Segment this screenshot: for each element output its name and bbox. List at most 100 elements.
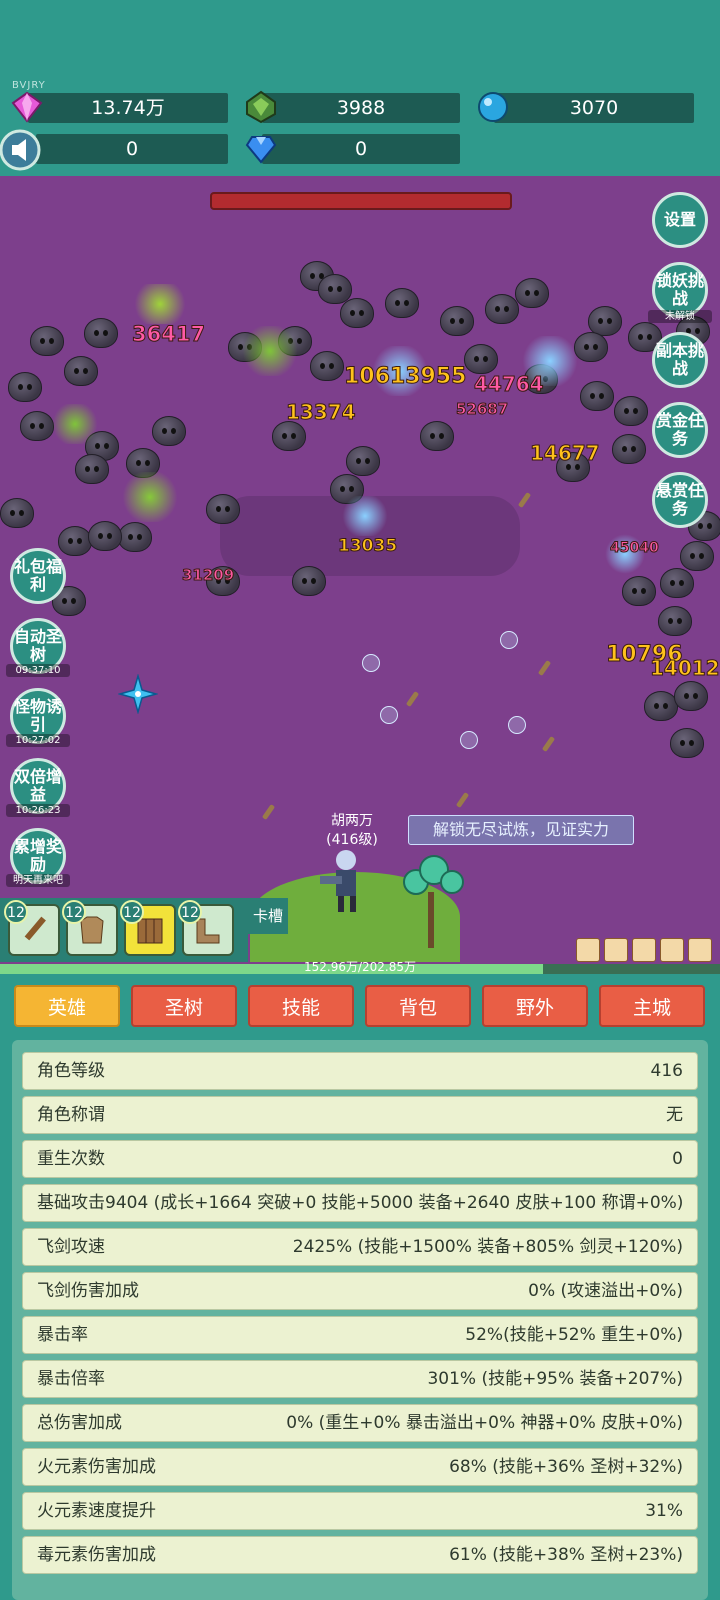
slot-level: 12 <box>178 900 202 924</box>
stat-row: 重生次数 0 <box>22 1140 698 1178</box>
stat-value: 31% <box>645 1501 683 1521</box>
blue-orb-icon <box>478 92 508 122</box>
tab-wild[interactable]: 野外 <box>482 985 588 1027</box>
monster <box>206 494 240 524</box>
stat-label: 角色称谓 <box>37 1105 105 1125</box>
monster <box>152 416 186 446</box>
hero-stats-panel: 角色等级 416 角色称谓 无 重生次数 0 基础攻击9404 (成长+1664 突破… <box>12 1040 708 1600</box>
equip-slot-boots[interactable]: 12 <box>178 900 234 956</box>
stat-label: 飞剑攻速 <box>37 1237 105 1257</box>
damage-number: 13035 <box>337 536 398 557</box>
monster <box>0 498 34 528</box>
stat-row: 总伤害加成 0% (重生+0% 暴击溢出+0% 神器+0% 皮肤+0%) <box>22 1404 698 1442</box>
tab-backpack[interactable]: 背包 <box>365 985 471 1027</box>
sacred-tree-icon[interactable] <box>396 852 466 948</box>
flying-sword <box>517 492 532 508</box>
flying-sword <box>455 792 470 808</box>
lock-demon-status: 未解锁 <box>648 310 712 323</box>
hero-sprite-icon <box>320 850 356 912</box>
damage-number: 31209 <box>181 566 235 585</box>
stat-label: 角色等级 <box>37 1061 105 1081</box>
stat-label: 毒元素伤害加成 <box>37 1545 156 1565</box>
hero-level: (416级) <box>326 832 378 848</box>
monster <box>680 541 714 571</box>
settings-button[interactable]: 设置 <box>652 192 708 248</box>
stat-row: 暴击倍率 301% (技能+95% 装备+207%) <box>22 1360 698 1398</box>
equip-slot-shield[interactable]: 12 <box>120 900 176 956</box>
stat-row: 火元素速度提升 31% <box>22 1492 698 1530</box>
monster <box>658 606 692 636</box>
equip-slot-armor[interactable]: 12 <box>62 900 118 956</box>
buff-icon[interactable] <box>604 938 628 962</box>
flying-sword <box>405 691 420 707</box>
monster <box>118 522 152 552</box>
monster <box>674 681 708 711</box>
tab-main-city[interactable]: 主城 <box>599 985 705 1027</box>
tab-hero[interactable]: 英雄 <box>14 985 120 1027</box>
damage-number: 14012 <box>650 656 720 681</box>
equipment-bar: 12 12 12 12 <box>0 898 248 962</box>
gems-counter: 13.74万 <box>28 93 228 123</box>
monster <box>88 521 122 551</box>
stat-value: 0 <box>672 1149 683 1169</box>
monster <box>346 446 380 476</box>
monster <box>84 318 118 348</box>
stat-label: 暴击率 <box>37 1325 88 1345</box>
monster <box>58 526 92 556</box>
double-buff-timer: 10:26:23 <box>6 804 70 817</box>
blue-orb-counter: 3070 <box>494 93 694 123</box>
monster <box>622 576 656 606</box>
stat-row: 飞剑伤害加成 0% (攻速溢出+0%) <box>22 1272 698 1310</box>
stat-row: 火元素伤害加成 68% (技能+36% 圣树+32%) <box>22 1448 698 1486</box>
damage-number: 13374 <box>286 400 357 425</box>
stat-label: 火元素伤害加成 <box>37 1457 156 1477</box>
stat-row: 角色等级 416 <box>22 1052 698 1090</box>
reward-quest-button[interactable]: 悬赏任务 <box>652 472 708 528</box>
auto-tree-timer: 09:37:10 <box>6 664 70 677</box>
tab-sacred-tree[interactable]: 圣树 <box>131 985 237 1027</box>
stat-label: 火元素速度提升 <box>37 1501 156 1521</box>
ice-effect <box>340 496 390 536</box>
bubble <box>362 654 380 672</box>
buff-icon[interactable] <box>660 938 684 962</box>
stat-row: 暴击率 52%(技能+52% 重生+0%) <box>22 1316 698 1354</box>
xp-text: 152.96万/202.85万 <box>303 960 417 974</box>
flying-sword <box>537 660 552 676</box>
buff-icon[interactable] <box>632 938 656 962</box>
monster <box>385 288 419 318</box>
pink-gem-icon <box>11 91 43 123</box>
cumulative-reward-status: 明天再来吧 <box>6 874 70 887</box>
stat-row: 角色称谓 无 <box>22 1096 698 1134</box>
buff-icon[interactable] <box>688 938 712 962</box>
bubble <box>460 731 478 749</box>
slot-level: 12 <box>62 900 86 924</box>
monster <box>75 454 109 484</box>
sound-toggle-icon[interactable] <box>0 128 44 172</box>
damage-number: 44764 <box>474 372 545 397</box>
equip-slot-weapon[interactable]: 12 <box>4 900 60 956</box>
monster <box>272 421 306 451</box>
stat-label: 暴击倍率 <box>37 1369 105 1389</box>
slot-level: 12 <box>4 900 28 924</box>
buff-icon[interactable] <box>576 938 600 962</box>
monster-lure-timer: 10:27:02 <box>6 734 70 747</box>
bubble <box>508 716 526 734</box>
monster <box>612 434 646 464</box>
stat-value: 2425% (技能+1500% 装备+805% 剑灵+120%) <box>292 1237 683 1257</box>
stat-value: 68% (技能+36% 圣树+32%) <box>449 1457 683 1477</box>
diamond-counter: 0 <box>262 134 460 164</box>
boss-hp-bar <box>210 192 512 210</box>
gift-pack-button[interactable]: 礼包福利 <box>10 548 66 604</box>
stat-row: 基础攻击9404 (成长+1664 突破+0 技能+5000 装备+2640 皮… <box>22 1184 698 1222</box>
tab-skills[interactable]: 技能 <box>248 985 354 1027</box>
bounty-quest-button[interactable]: 赏金任务 <box>652 402 708 458</box>
monster <box>340 298 374 328</box>
book-counter: 0 <box>36 134 228 164</box>
quest-banner[interactable]: 解锁无尽试炼，见证实力 <box>408 815 634 845</box>
monster <box>614 396 648 426</box>
dungeon-challenge-button[interactable]: 副本挑战 <box>652 332 708 388</box>
monster <box>30 326 64 356</box>
damage-number: 10613955 <box>343 364 467 390</box>
card-slot-button[interactable]: 卡槽 <box>248 898 288 934</box>
damage-number: 36417 <box>131 322 206 347</box>
